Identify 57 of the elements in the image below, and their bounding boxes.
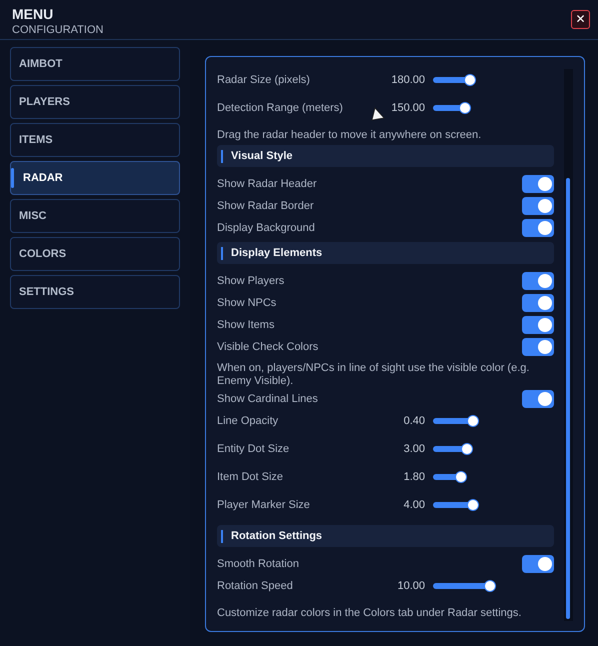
toggle-switch[interactable] bbox=[522, 390, 554, 408]
sidebar-tab[interactable]: RADAR bbox=[10, 161, 180, 195]
slider-thumb[interactable] bbox=[461, 443, 473, 455]
setting-label: Detection Range (meters) bbox=[217, 101, 344, 115]
slider-value: 0.40 bbox=[404, 414, 425, 428]
close-button[interactable]: ✕ bbox=[571, 10, 590, 29]
setting-label: Smooth Rotation bbox=[217, 558, 299, 570]
setting-label: Line Opacity bbox=[217, 414, 280, 428]
slider-thumb[interactable] bbox=[467, 499, 479, 511]
toggle-switch[interactable] bbox=[522, 555, 554, 573]
toggle-switch[interactable] bbox=[522, 197, 554, 215]
slider-thumb[interactable] bbox=[455, 471, 467, 483]
menu-subtitle: CONFIGURATION bbox=[12, 23, 104, 38]
setting-label: Show Players bbox=[217, 275, 284, 287]
section-title: Display Elements bbox=[231, 247, 322, 259]
toggle-switch[interactable] bbox=[522, 338, 554, 356]
setting-label: Player Marker Size bbox=[217, 498, 311, 512]
setting-label: Show Radar Header bbox=[217, 178, 317, 190]
setting-label: Show Items bbox=[217, 319, 274, 331]
scrollbar[interactable] bbox=[564, 69, 573, 621]
setting-label: Item Dot Size bbox=[217, 470, 284, 484]
setting-label: Entity Dot Size bbox=[217, 442, 290, 456]
slider-value: 1.80 bbox=[404, 470, 425, 484]
toggle-switch[interactable] bbox=[522, 272, 554, 290]
hint-text: When on, players/NPCs in line of sight use the visible color (e.g. Enemy Visible). bbox=[217, 362, 530, 388]
toggle-switch[interactable] bbox=[522, 175, 554, 193]
setting-label: Show Radar Border bbox=[217, 200, 314, 212]
menu-title: MENU bbox=[12, 7, 54, 22]
toggle-switch[interactable] bbox=[522, 219, 554, 237]
sidebar-tab[interactable]: ITEMS bbox=[10, 123, 180, 157]
setting-label: Visible Check Colors bbox=[217, 341, 318, 353]
slider-thumb[interactable] bbox=[459, 102, 471, 114]
slider-value: 10.00 bbox=[397, 579, 425, 593]
slider-value: 180.00 bbox=[391, 73, 425, 87]
cursor-icon bbox=[371, 107, 385, 121]
sidebar-tab[interactable]: AIMBOT bbox=[10, 47, 180, 81]
setting-label: Show Cardinal Lines bbox=[217, 393, 318, 405]
setting-label: Show NPCs bbox=[217, 297, 276, 309]
setting-label: Rotation Speed bbox=[217, 579, 294, 593]
slider-value: 4.00 bbox=[404, 498, 425, 512]
hint-text: Drag the radar header to move it anywhere on screen. bbox=[217, 129, 482, 142]
slider-thumb[interactable] bbox=[464, 74, 476, 86]
slider-thumb[interactable] bbox=[484, 580, 496, 592]
sidebar-tab[interactable]: COLORS bbox=[10, 237, 180, 271]
sidebar-tab[interactable]: SETTINGS bbox=[10, 275, 180, 309]
section-title: Visual Style bbox=[231, 150, 293, 162]
slider-value: 3.00 bbox=[404, 442, 425, 456]
toggle-switch[interactable] bbox=[522, 316, 554, 334]
sidebar-tab[interactable]: PLAYERS bbox=[10, 85, 180, 119]
toggle-switch[interactable] bbox=[522, 294, 554, 312]
slider-value: 150.00 bbox=[391, 101, 425, 115]
hint-text: Customize radar colors in the Colors tab under Radar settings. bbox=[217, 607, 522, 620]
sidebar-tab[interactable]: MISC bbox=[10, 199, 180, 233]
setting-label: Radar Size (pixels) bbox=[217, 73, 311, 87]
slider-thumb[interactable] bbox=[467, 415, 479, 427]
setting-label: Display Background bbox=[217, 222, 315, 234]
section-title: Rotation Settings bbox=[231, 530, 322, 542]
